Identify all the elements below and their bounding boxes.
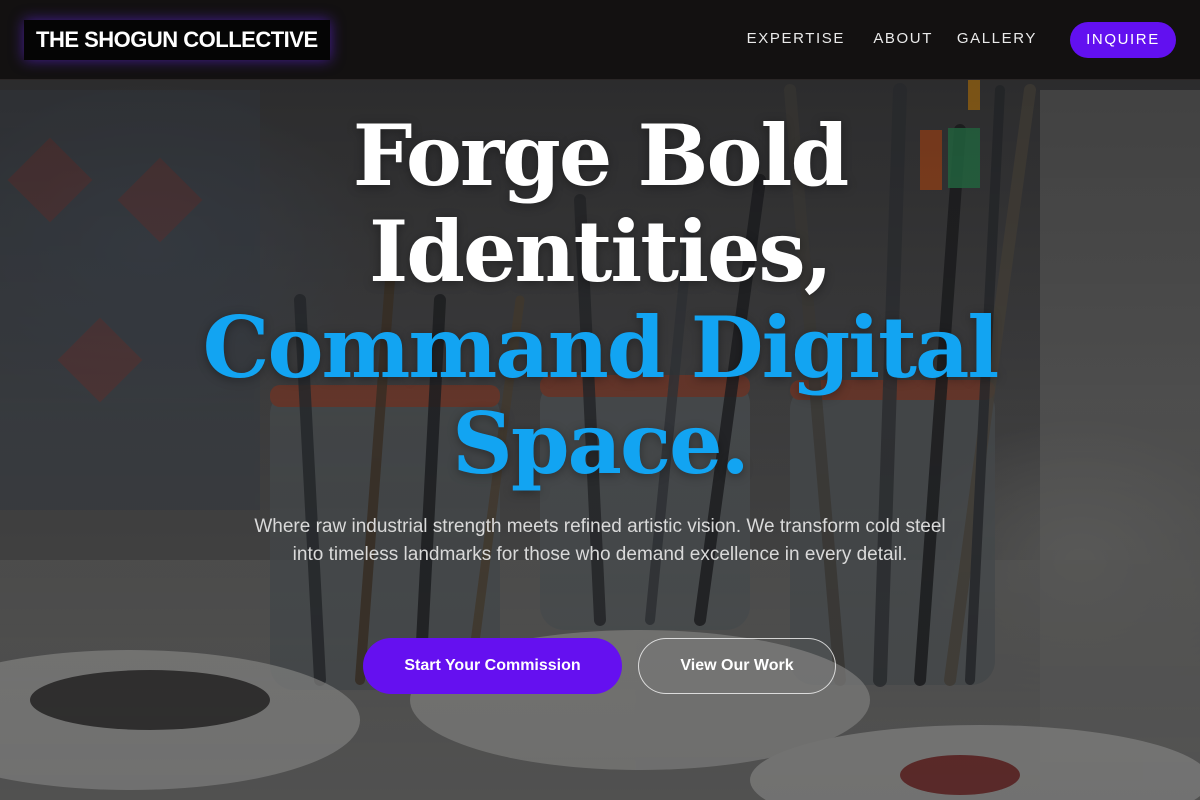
hero-title-line-2: Identities, — [369, 202, 833, 301]
inquire-button[interactable]: INQUIRE — [1070, 22, 1176, 58]
hero-title: Forge Bold Identities, Command Digital S… — [100, 108, 1100, 492]
view-work-button[interactable]: View Our Work — [638, 638, 836, 694]
navbar: THE SHOGUN COLLECTIVE EXPERTISE ABOUT GA… — [0, 0, 1200, 80]
hero-title-line-1: Forge Bold — [352, 106, 849, 205]
start-commission-button[interactable]: Start Your Commission — [363, 638, 622, 694]
hero-title-line-3: Command Digital — [202, 298, 1000, 397]
nav-link-about[interactable]: ABOUT — [873, 30, 933, 47]
hero-subtitle: Where raw industrial strength meets refi… — [254, 516, 946, 565]
brand-logo[interactable]: THE SHOGUN COLLECTIVE — [24, 20, 330, 60]
nav-link-expertise[interactable]: EXPERTISE — [747, 30, 845, 47]
hero-title-line-4: Space. — [452, 394, 750, 493]
nav-link-gallery[interactable]: GALLERY — [957, 30, 1037, 47]
